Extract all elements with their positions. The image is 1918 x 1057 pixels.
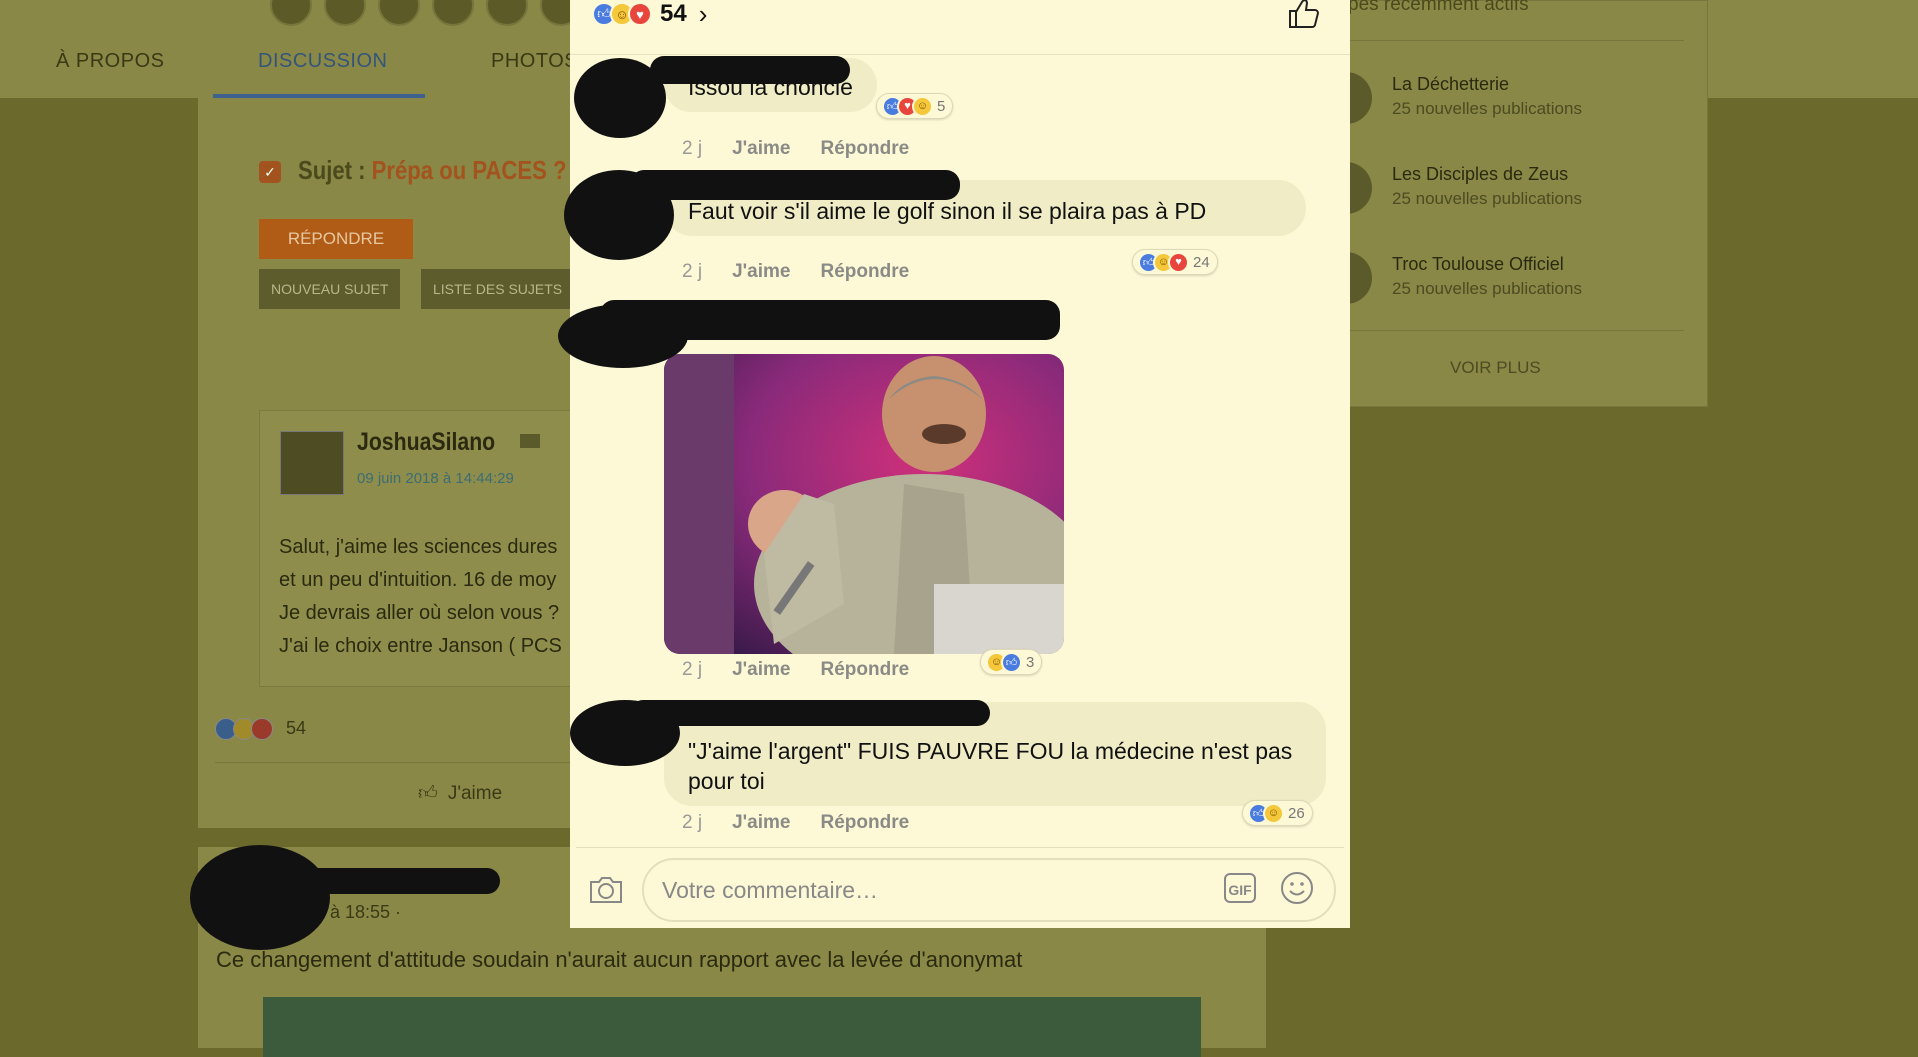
chevron-right-icon: › [698, 0, 708, 29]
group-name[interactable]: Les Disciples de Zeus [1392, 164, 1568, 185]
group-activity: 25 nouvelles publications [1392, 189, 1582, 208]
avatar[interactable] [486, 0, 528, 26]
comment-actions: 2 j J'aime Répondre [682, 138, 909, 160]
camera-icon[interactable] [588, 872, 624, 908]
new-topic-button[interactable]: NOUVEAU SUJET [259, 269, 401, 309]
comment-input[interactable] [660, 872, 1184, 908]
reply-link[interactable]: Répondre [820, 659, 909, 681]
divider [1348, 40, 1684, 41]
divider [1348, 330, 1684, 331]
like-link[interactable]: J'aime [732, 812, 790, 834]
post-text-line: Salut, j'aime les sciences dures [279, 536, 558, 558]
love-reaction-icon: ♥ [1168, 251, 1189, 273]
redaction-scribble [260, 868, 500, 894]
post-reactions-summary[interactable]: 54 [215, 718, 307, 741]
reaction-count: 3 [1026, 653, 1035, 671]
comment-reactions[interactable]: 👍︎ ☺ ♥ 24 [1132, 249, 1218, 275]
like-button[interactable]: 👍︎ J'aime [418, 782, 502, 805]
like-reaction-icon: 👍︎ [1001, 651, 1022, 673]
reaction-count: 54 [286, 718, 307, 738]
reply-link[interactable]: Répondre [820, 261, 909, 283]
comment-text: Faut voir s'il aime le golf sinon il se … [688, 198, 1207, 224]
comment-reactions[interactable]: 👍︎ ♥ ☺ 5 [876, 93, 954, 119]
like-link[interactable]: J'aime [732, 659, 790, 681]
group-activity: 25 nouvelles publications [1392, 279, 1582, 298]
redaction-scribble [630, 700, 990, 726]
reply-link[interactable]: Répondre [820, 138, 909, 160]
subject-topic: Prépa ou PACES ? [371, 155, 567, 185]
reaction-count: 5 [937, 97, 946, 115]
comments-dialog: 👍︎ ☺ ♥ 54 › Issou la choncle 👍︎ ♥ ☺ 5 2 … [558, 0, 1350, 928]
post-timestamp: à 18:55 · [330, 902, 402, 922]
avatar[interactable] [324, 0, 366, 26]
checkbox-icon: ✓ [259, 161, 281, 183]
gif-image[interactable] [664, 354, 1064, 654]
avatar[interactable] [432, 0, 474, 26]
comment-text: "J'aime l'argent" FUIS PAUVRE FOU la méd… [688, 738, 1293, 794]
comment-time: 2 j [682, 659, 703, 680]
reply-button[interactable]: RÉPONDRE [259, 219, 413, 259]
comment-time: 2 j [682, 812, 703, 833]
comment-time: 2 j [682, 138, 703, 159]
reaction-count: 24 [1193, 253, 1210, 271]
redaction-scribble [600, 300, 1060, 340]
laughing-man-gif [664, 354, 1064, 654]
group-name[interactable]: La Déchetterie [1392, 74, 1509, 95]
post-text-line: J'ai le choix entre Janson ( PCS [279, 635, 562, 657]
emoji-icon[interactable] [1280, 871, 1314, 905]
author-avatar[interactable] [280, 431, 344, 495]
divider [576, 847, 1344, 848]
comment-reactions[interactable]: ☺ 👍︎ 3 [980, 649, 1043, 675]
post-author[interactable]: JoshuaSilano [357, 428, 495, 457]
haha-reaction-icon: ☺ [912, 95, 933, 117]
tab-discussion[interactable]: DISCUSSION [258, 50, 387, 73]
avatar[interactable] [378, 0, 420, 26]
post-image[interactable] [263, 997, 1201, 1057]
redaction-scribble [650, 56, 850, 84]
reaction-count: 26 [1288, 804, 1305, 822]
post-date: 09 juin 2018 à 14:44:29 [357, 470, 514, 487]
comment-reactions[interactable]: 👍︎ ☺ 26 [1242, 800, 1313, 826]
like-link[interactable]: J'aime [732, 261, 790, 283]
like-link[interactable]: J'aime [732, 138, 790, 160]
thumbs-up-icon[interactable] [1286, 0, 1320, 30]
reply-link[interactable]: Répondre [820, 812, 909, 834]
comment-actions: 2 j J'aime Répondre [682, 261, 909, 283]
mail-icon[interactable] [520, 434, 540, 448]
post-text-line: Je devrais aller où selon vous ? [279, 602, 560, 624]
reaction-total: 54 [660, 0, 687, 27]
redaction-scribble [190, 845, 330, 950]
comment-composer: GIF [642, 858, 1336, 922]
subject-title: Sujet : Prépa ou PACES ? [298, 155, 567, 186]
tab-photos[interactable]: PHOTOS [491, 50, 578, 73]
reactions-summary[interactable]: 👍︎ ☺ ♥ 54 › [592, 0, 708, 29]
post-text-line: et un peu d'intuition. 16 de moy [279, 569, 557, 591]
thumbs-up-icon: 👍︎ [418, 783, 438, 804]
comment-actions: 2 j J'aime Répondre [682, 659, 909, 681]
group-activity: 25 nouvelles publications [1392, 99, 1582, 118]
comment-actions: 2 j J'aime Répondre [682, 812, 909, 834]
love-reaction-icon: ♥ [628, 2, 652, 26]
redaction-scribble [630, 170, 960, 200]
gif-button[interactable]: GIF [1224, 873, 1256, 903]
avatar[interactable] [270, 0, 312, 26]
member-avatars [270, 0, 594, 31]
haha-reaction-icon: ☺ [1263, 802, 1284, 824]
dialog-header: 👍︎ ☺ ♥ 54 › [570, 0, 1350, 55]
tab-a-propos[interactable]: À PROPOS [56, 50, 164, 73]
like-label: J'aime [447, 783, 503, 804]
subject-prefix: Sujet : [298, 155, 372, 185]
group-name[interactable]: Troc Toulouse Officiel [1392, 254, 1564, 275]
see-more-link[interactable]: VOIR PLUS [1450, 358, 1541, 378]
topic-list-button[interactable]: LISTE DES SUJETS [421, 269, 575, 309]
panel-title: pes récemment actifs [1348, 0, 1529, 15]
post-text: Ce changement d'attitude soudain n'aurai… [216, 947, 1023, 972]
comment-time: 2 j [682, 261, 703, 282]
love-reaction-icon [251, 718, 273, 741]
